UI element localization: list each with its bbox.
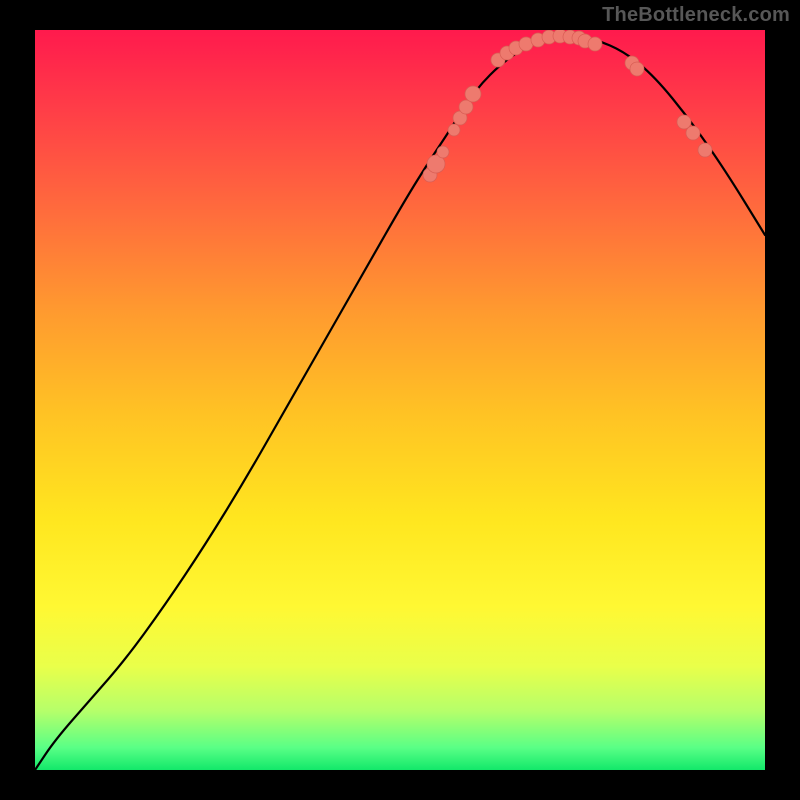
- plot-area: [35, 30, 765, 770]
- data-point-p3: [437, 146, 449, 158]
- data-point-p6: [459, 100, 473, 114]
- curve-layer: [35, 30, 765, 770]
- data-point-p18: [588, 37, 602, 51]
- data-point-p7: [465, 86, 481, 102]
- watermark-text: TheBottleneck.com: [602, 4, 790, 27]
- bottleneck-curve: [35, 36, 765, 770]
- data-point-p22: [686, 126, 700, 140]
- data-point-p23: [698, 143, 712, 157]
- data-point-p4: [448, 124, 460, 136]
- data-point-p20: [630, 62, 644, 76]
- data-points-group: [423, 30, 712, 182]
- chart-stage: TheBottleneck.com: [0, 0, 800, 800]
